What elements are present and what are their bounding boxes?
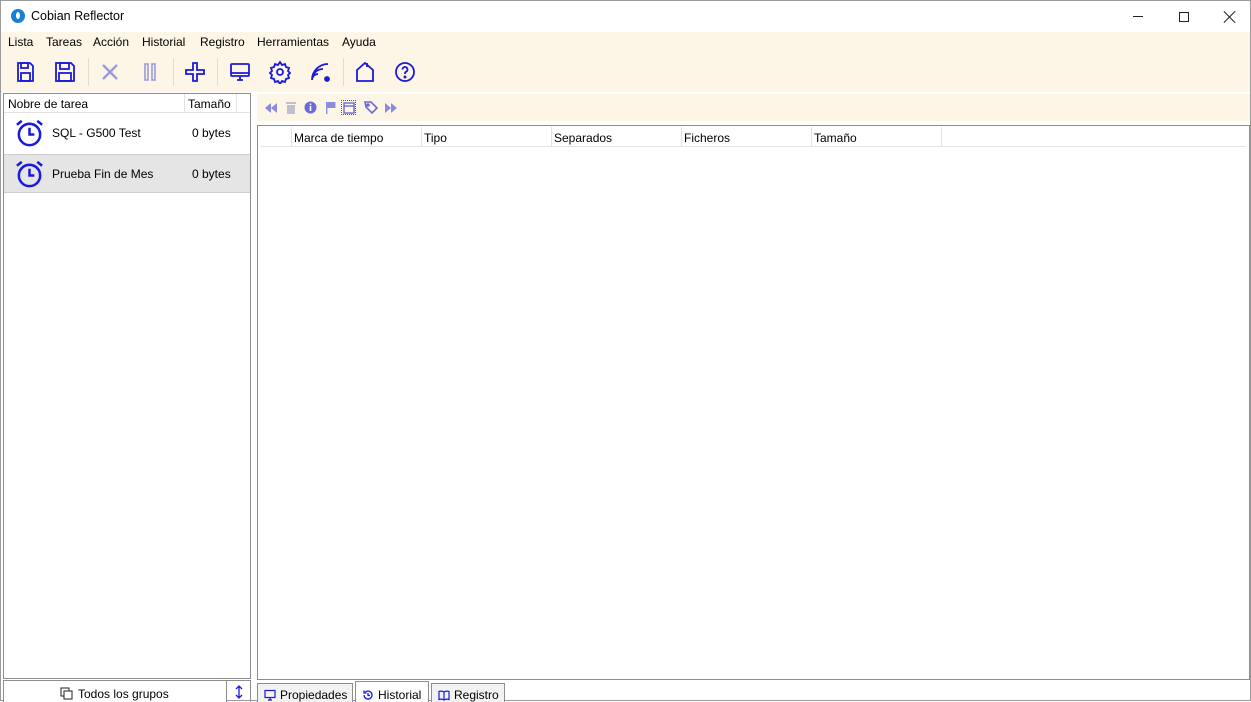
column-header-size[interactable]: Tamaño: [188, 97, 231, 111]
task-row[interactable]: Prueba Fin de Mes 0 bytes: [4, 154, 250, 193]
pause-icon: [144, 63, 156, 81]
stop-button[interactable]: [96, 58, 124, 86]
book-icon: [438, 690, 450, 701]
maximize-button[interactable]: [1161, 1, 1207, 32]
menu-bar: Lista Tareas Acción Historial Registro H…: [1, 32, 1250, 52]
history-table-header: Marca de tiempo Tipo Separados Ficheros …: [261, 127, 1246, 147]
column-divider[interactable]: [291, 127, 292, 147]
tab-label: Registro: [454, 688, 499, 702]
flag-icon: [325, 102, 335, 114]
column-divider[interactable]: [421, 127, 422, 147]
close-icon: [1224, 11, 1236, 23]
column-divider[interactable]: [184, 94, 185, 113]
column-header-separated[interactable]: Separados: [554, 131, 612, 145]
column-divider[interactable]: [681, 127, 682, 147]
history-table: Marca de tiempo Tipo Separados Ficheros …: [257, 125, 1250, 680]
minimize-button[interactable]: [1115, 1, 1161, 32]
column-divider[interactable]: [811, 127, 812, 147]
help-icon: [395, 62, 415, 82]
info-button[interactable]: [303, 100, 318, 115]
toolbar-separator: [343, 58, 344, 86]
groups-selector[interactable]: Todos los grupos: [3, 680, 227, 702]
last-button[interactable]: [383, 100, 398, 115]
home-icon: [356, 61, 374, 82]
task-row[interactable]: SQL - G500 Test 0 bytes: [4, 114, 250, 153]
maximize-icon: [1179, 11, 1189, 22]
toolbar-separator: [88, 58, 89, 86]
save-list-button[interactable]: [51, 58, 79, 86]
task-list-header: Nobre de tarea Tamaño: [4, 94, 250, 113]
column-divider[interactable]: [236, 94, 237, 113]
app-logo-icon: [11, 9, 25, 23]
title-bar: Cobian Reflector: [1, 1, 1250, 32]
menu-herramientas[interactable]: Herramientas: [257, 35, 329, 49]
close-button[interactable]: [1207, 1, 1251, 32]
add-task-button[interactable]: [181, 58, 209, 86]
up-down-arrow-icon: [235, 685, 242, 699]
pause-button[interactable]: [136, 58, 164, 86]
monitor-icon: [230, 63, 250, 81]
task-list-panel: Nobre de tarea Tamaño SQL - G500 Test 0 …: [3, 93, 251, 679]
tab-propiedades[interactable]: Propiedades: [257, 683, 353, 702]
task-size: 0 bytes: [192, 126, 231, 140]
delete-icon: [285, 102, 296, 114]
column-header-files[interactable]: Ficheros: [684, 131, 730, 145]
groups-icon: [60, 687, 73, 700]
info-icon: [304, 101, 317, 114]
tab-registro[interactable]: Registro: [431, 683, 505, 702]
column-header-task-name[interactable]: Nobre de tarea: [8, 97, 88, 111]
settings-button[interactable]: [266, 58, 294, 86]
network-button[interactable]: [306, 58, 334, 86]
add-task-icon: [185, 62, 205, 82]
app-window: Cobian Reflector Lista Tareas Acción His…: [0, 0, 1251, 702]
first-icon: [264, 102, 277, 113]
history-toolbar: [257, 94, 1250, 121]
network-icon: [311, 63, 330, 82]
alarm-clock-icon: [16, 160, 43, 188]
menu-lista[interactable]: Lista: [8, 35, 33, 49]
tab-label: Propiedades: [280, 688, 348, 702]
panel-toggle-button[interactable]: [227, 680, 251, 702]
home-button[interactable]: [351, 58, 379, 86]
minimize-icon: [1133, 16, 1143, 17]
last-icon: [384, 102, 397, 113]
toolbar-separator: [217, 58, 218, 86]
window-title: Cobian Reflector: [31, 9, 125, 23]
task-name: Prueba Fin de Mes: [52, 167, 154, 181]
monitor-icon: [264, 689, 276, 701]
tag-button[interactable]: [363, 100, 378, 115]
settings-icon: [268, 60, 292, 84]
task-name: SQL - G500 Test: [52, 126, 141, 140]
select-all-button[interactable]: [341, 100, 356, 115]
task-size: 0 bytes: [192, 167, 231, 181]
save-list-icon: [55, 62, 75, 82]
history-icon: [363, 690, 373, 700]
tab-historial[interactable]: Historial: [355, 681, 429, 702]
tab-label: Historial: [378, 688, 422, 702]
open-list-button[interactable]: [11, 58, 39, 86]
alarm-clock-icon: [16, 119, 43, 147]
select-all-icon: [342, 101, 355, 114]
groups-label: Todos los grupos: [78, 687, 169, 701]
menu-accion[interactable]: Acción: [93, 35, 129, 49]
tag-icon: [363, 101, 378, 114]
column-divider[interactable]: [941, 127, 942, 147]
menu-historial[interactable]: Historial: [142, 35, 185, 49]
column-divider[interactable]: [551, 127, 552, 147]
help-button[interactable]: [391, 58, 419, 86]
delete-button[interactable]: [283, 100, 298, 115]
menu-tareas[interactable]: Tareas: [46, 35, 82, 49]
stop-icon: [102, 64, 118, 80]
column-header-timestamp[interactable]: Marca de tiempo: [294, 131, 383, 145]
main-toolbar: [1, 52, 1250, 92]
column-header-size[interactable]: Tamaño: [814, 131, 857, 145]
column-header-type[interactable]: Tipo: [424, 131, 447, 145]
flag-button[interactable]: [323, 100, 338, 115]
toolbar-separator: [173, 58, 174, 86]
open-list-icon: [17, 62, 34, 82]
monitor-button[interactable]: [226, 58, 254, 86]
menu-registro[interactable]: Registro: [200, 35, 245, 49]
menu-ayuda[interactable]: Ayuda: [342, 35, 376, 49]
first-button[interactable]: [263, 100, 278, 115]
